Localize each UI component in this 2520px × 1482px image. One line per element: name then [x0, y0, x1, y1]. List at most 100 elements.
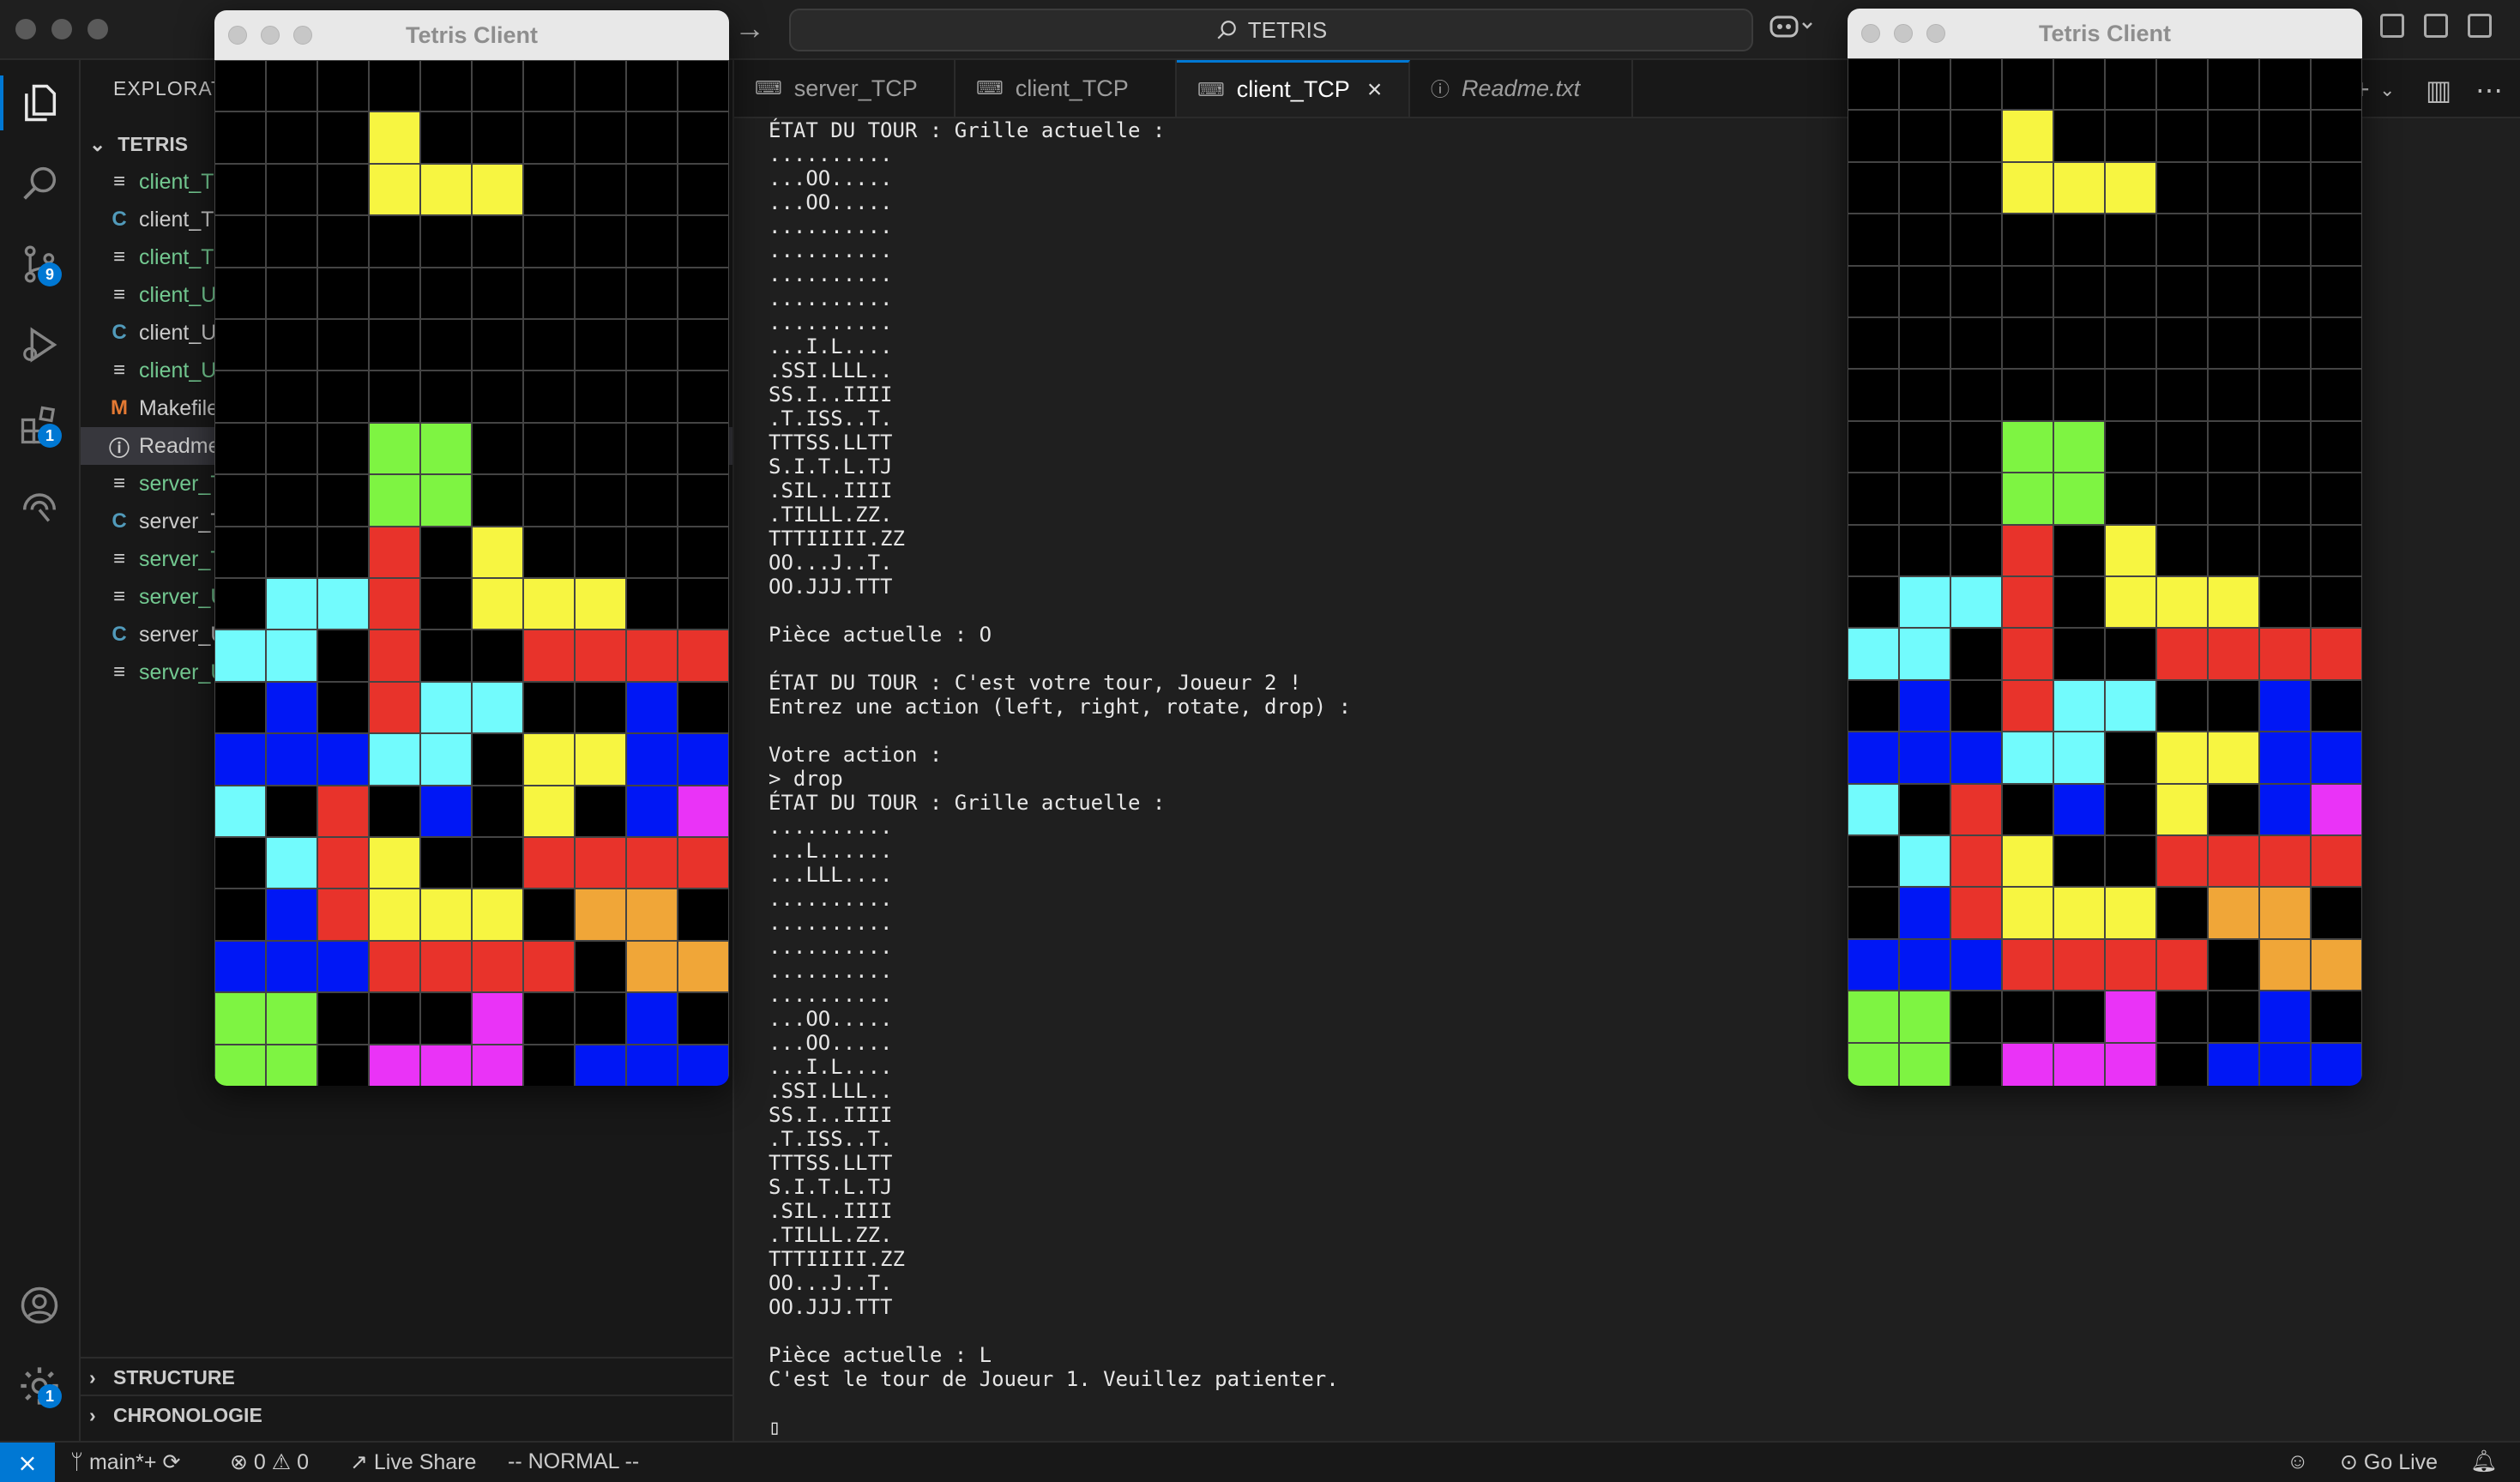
more-actions-icon[interactable]: ⋯ — [2475, 74, 2503, 106]
tetris-cell — [214, 785, 266, 837]
tetris-cell — [420, 163, 472, 216]
tetris-cell — [214, 940, 266, 993]
tetris-cell — [369, 889, 420, 941]
tetris-cell — [2002, 161, 2053, 214]
tetris-cell — [2311, 265, 2362, 317]
toggle-secondary-sidebar-icon[interactable] — [2468, 14, 2492, 38]
tetris-cell — [1899, 991, 1950, 1043]
tetris-cell — [678, 578, 729, 630]
tetris-board — [214, 60, 729, 1086]
tetris-cell — [575, 422, 626, 475]
toggle-panel-icon[interactable] — [2424, 14, 2448, 38]
branch-indicator[interactable]: ᛘ main*+ ⟳ — [70, 1449, 180, 1475]
tetris-cell — [369, 837, 420, 889]
tetris-cell — [1848, 783, 1899, 835]
problems-indicator[interactable]: ⊗ 0 ⚠ 0 — [230, 1449, 309, 1475]
tetris-cell — [420, 422, 472, 475]
settings-gear-icon[interactable]: 1 — [15, 1362, 63, 1410]
tetris-cell — [2311, 420, 2362, 473]
tetris-cell — [1950, 835, 2002, 888]
tetris-cell — [2259, 576, 2311, 629]
tetris-cell — [2053, 524, 2105, 576]
tetris-cell — [2053, 835, 2105, 888]
tetris-cell — [2105, 1042, 2156, 1086]
tetris-cell — [2002, 628, 2053, 680]
tetris-cell — [2259, 317, 2311, 370]
tetris-cell — [2053, 369, 2105, 421]
tetris-cell — [678, 319, 729, 371]
tetris-cell — [266, 1044, 317, 1086]
close-icon[interactable]: × — [1367, 75, 1383, 105]
copilot-icon[interactable] — [1769, 12, 1815, 48]
minimize-window-button[interactable] — [51, 19, 72, 39]
remote-explorer-icon[interactable] — [15, 482, 63, 530]
remote-indicator-icon[interactable]: ⨯ — [0, 1443, 55, 1482]
tetris-cell — [317, 163, 369, 216]
tetris-cell — [2002, 317, 2053, 370]
folder-tetris[interactable]: ⌄ TETRIS — [89, 125, 188, 163]
tetris-cell — [2259, 110, 2311, 162]
tetris-cell — [575, 111, 626, 164]
tetris-cell — [1899, 265, 1950, 317]
tetris-cell — [523, 889, 575, 941]
chevron-right-icon: › — [89, 1403, 96, 1426]
tetris-cell — [2002, 835, 2053, 888]
tetris-cell — [523, 370, 575, 423]
tetris-window-title: Tetris Client — [405, 22, 539, 48]
tetris-cell — [2053, 473, 2105, 525]
close-window-button[interactable] — [15, 19, 36, 39]
terminal-output: ÉTAT DU TOUR : Grille actuelle : .......… — [769, 118, 1352, 1439]
forward-arrow-icon[interactable]: → — [734, 10, 765, 46]
tetris-cell — [472, 1044, 523, 1086]
tab-client-tcp-active[interactable]: ⌨ client_TCP × — [1177, 60, 1410, 117]
split-editor-icon[interactable]: ▥ — [2426, 74, 2451, 106]
extensions-icon[interactable]: 1 — [15, 401, 63, 449]
zoom-window-button[interactable] — [87, 19, 108, 39]
tetris-cell — [2156, 887, 2208, 939]
section-chronologie[interactable]: › CHRONOLOGIE — [81, 1395, 732, 1434]
tab-client-tcp[interactable]: ⌨ client_TCP — [956, 60, 1177, 117]
tetris-client-window-1[interactable]: Tetris Client — [214, 10, 729, 1086]
tetris-cell — [266, 630, 317, 682]
tetris-cell — [1950, 938, 2002, 991]
tetris-cell — [2002, 524, 2053, 576]
tetris-cell — [2208, 835, 2259, 888]
tab-readme[interactable]: ⓘ Readme.txt — [1410, 60, 1633, 117]
explorer-icon[interactable] — [0, 75, 63, 130]
copilot-status-icon[interactable]: ☺ — [2287, 1449, 2309, 1474]
notifications-bell-icon[interactable]: 🔔︎ — [2470, 1449, 2498, 1474]
search-icon[interactable] — [15, 160, 63, 208]
tetris-cell — [2156, 938, 2208, 991]
tetris-cell — [2311, 58, 2362, 111]
tetris-cell — [523, 60, 575, 112]
tetris-cell — [1848, 991, 1899, 1043]
tetris-cell — [1950, 783, 2002, 835]
tetris-cell — [1848, 628, 1899, 680]
activity-bar: 9 1 1 — [0, 60, 81, 1441]
tetris-window-titlebar[interactable]: Tetris Client — [1848, 9, 2362, 59]
tetris-cell — [1950, 732, 2002, 784]
tetris-cell — [2311, 783, 2362, 835]
tetris-cell — [420, 111, 472, 164]
tetris-cell — [214, 733, 266, 786]
tetris-cell — [626, 526, 678, 578]
tetris-window-titlebar[interactable]: Tetris Client — [214, 10, 729, 61]
run-debug-icon[interactable] — [15, 321, 63, 369]
go-live-button[interactable]: ⊙ Go Live — [2340, 1449, 2438, 1475]
live-share-button[interactable]: ↗ Live Share — [350, 1449, 476, 1475]
tetris-cell — [1848, 369, 1899, 421]
toggle-sidebar-icon[interactable] — [2380, 14, 2404, 38]
tetris-cell — [420, 267, 472, 319]
tetris-client-window-2[interactable]: Tetris Client — [1848, 9, 2362, 1086]
tetris-cell — [1899, 58, 1950, 111]
account-icon[interactable] — [15, 1281, 63, 1329]
tetris-cell — [1899, 214, 1950, 266]
tab-server-tcp[interactable]: ⌨ server_TCP — [734, 60, 956, 117]
chevron-down-icon[interactable]: ⌄ — [2379, 79, 2395, 101]
tetris-cell — [523, 785, 575, 837]
source-control-icon[interactable]: 9 — [15, 240, 63, 288]
section-structure[interactable]: › STRUCTURE — [81, 1357, 732, 1396]
tetris-cell — [2002, 369, 2053, 421]
tetris-cell — [626, 733, 678, 786]
command-center-search[interactable]: TETRIS — [789, 9, 1753, 51]
